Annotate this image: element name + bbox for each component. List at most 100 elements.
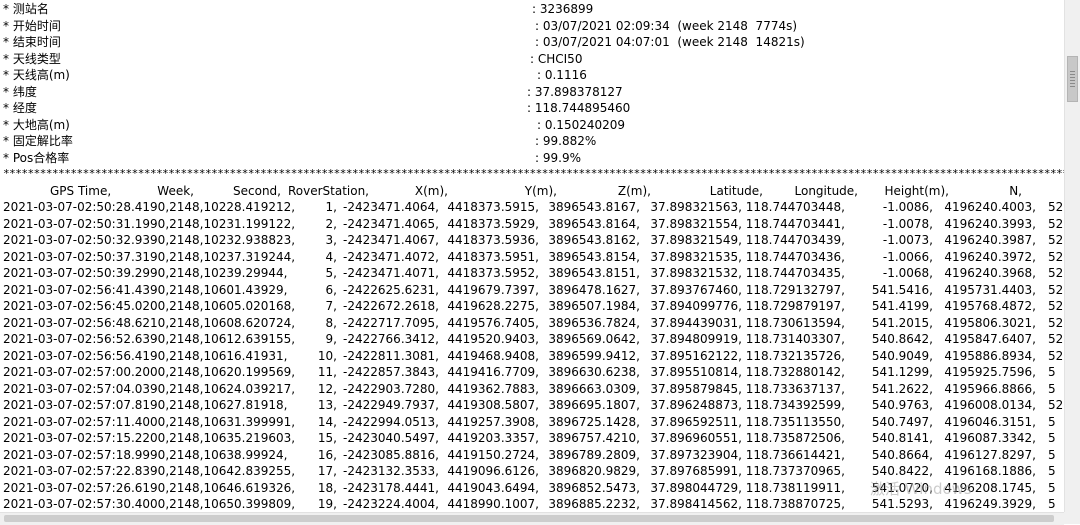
table-row: 2021-03-07-02:57:00.2000,2148,10620.1995… (0, 364, 1064, 381)
row-cell: 4195966.8866, (944, 381, 1036, 396)
row-cell: 118.730613594, (745, 315, 845, 330)
row-cell: 4418373.5951, (447, 249, 539, 264)
row-cell: 37.897323904, (650, 447, 742, 462)
header-value: : 99.882% (535, 134, 597, 148)
row-cell: 14, (317, 414, 337, 429)
column-header: X(m), (414, 183, 448, 198)
table-row: 2021-03-07-02:56:48.6210,2148,10608.6207… (0, 315, 1064, 332)
row-cell: 118.744703435, (745, 266, 845, 280)
row-cell: 37.898321549, (650, 233, 742, 247)
row-cell: 37.895510814, (650, 365, 742, 379)
row-cell: -2423224.4004, (343, 497, 439, 511)
row-time-week-second: 2021-03-07-02:50:31.1990,2148,10231.1991… (3, 216, 296, 231)
row-cell: -2422672.2618, (343, 299, 439, 313)
row-cell: 118.735113550, (745, 414, 845, 429)
row-cell: 4196249.3929, (944, 497, 1036, 511)
row-cell: 540.9763, (871, 398, 933, 412)
row-cell: 37.898414562, (650, 497, 742, 511)
table-row: 2021-03-07-02:50:28.4190,2148,10228.4192… (0, 199, 1064, 216)
row-cell: 3896852.5473, (548, 480, 640, 495)
row-cell: 13, (317, 398, 337, 412)
row-cell: 4195886.8934, (944, 348, 1036, 363)
row-cell: 4, (325, 249, 337, 264)
row-cell: 4195806.3021, (944, 315, 1036, 330)
row-cell: 4196240.3968, (944, 266, 1036, 280)
row-cell: 540.8642, (871, 332, 933, 346)
vertical-scrollbar[interactable] (1064, 0, 1080, 512)
row-cell: 12, (317, 381, 337, 396)
horizontal-scroll-thumb[interactable] (4, 515, 1054, 522)
row-time-week-second: 2021-03-07-02:56:52.6390,2148,10612.6391… (3, 332, 296, 346)
row-cell: 37.897685991, (650, 464, 742, 478)
row-cell-truncated: 5 (1048, 414, 1056, 429)
row-cell: 118.738119911, (745, 480, 845, 495)
header-value: : 37.898378127 (527, 84, 623, 99)
row-cell: 540.9049, (871, 348, 933, 363)
table-row: 2021-03-07-02:50:32.9390,2148,10232.9388… (0, 232, 1064, 249)
row-cell-truncated: 52 (1048, 299, 1064, 313)
row-cell-truncated: 520 (1048, 282, 1064, 297)
row-cell: 4196087.3342, (944, 431, 1036, 445)
table-row: 2021-03-07-02:57:22.8390,2148,10642.8392… (0, 463, 1064, 480)
header-value: : 03/07/2021 04:07:01 (week 2148 14821s) (535, 35, 805, 49)
row-cell: -1.0068, (882, 266, 933, 280)
row-cell: 118.744703436, (745, 249, 845, 264)
text-viewer-content[interactable]: * 测站名: 3236899 * 开始时间: 03/07/2021 02:09:3… (0, 0, 1064, 512)
row-cell-truncated: 52 (1048, 398, 1064, 412)
row-cell: 37.894439031, (650, 315, 742, 330)
scrollbar-corner (1064, 512, 1080, 524)
row-cell: 4195847.6407, (944, 332, 1036, 346)
row-cell: 541.4199, (871, 299, 933, 313)
header-label: * 天线类型 (3, 51, 61, 66)
row-cell: 541.1299, (871, 365, 933, 379)
table-row: 2021-03-07-02:57:15.2200,2148,10635.2196… (0, 430, 1064, 447)
row-time-week-second: 2021-03-07-02:57:04.0390,2148,10624.0392… (3, 381, 296, 396)
row-cell-truncated: 5 (1048, 381, 1056, 396)
row-cell: 118.734392599, (745, 398, 845, 412)
header-label: * 纬度 (3, 84, 37, 99)
row-cell: 4419628.2275, (447, 299, 539, 313)
row-cell: -2423132.3533, (343, 464, 439, 478)
row-time-week-second: 2021-03-07-02:57:00.2000,2148,10620.1995… (3, 365, 296, 379)
horizontal-scrollbar[interactable] (0, 512, 1064, 525)
row-cell: -1.0066, (882, 249, 933, 264)
vertical-scroll-thumb[interactable] (1067, 56, 1078, 102)
row-time-week-second: 2021-03-07-02:50:32.9390,2148,10232.9388… (3, 233, 296, 247)
row-cell: 3896789.2809, (548, 447, 640, 462)
header-line: * 固定解比率: 99.882% (0, 133, 1064, 150)
row-cell: 4418373.5936, (447, 233, 539, 247)
row-cell: 11, (317, 365, 337, 379)
row-cell: 37.896248873, (650, 398, 742, 412)
row-cell: -2423085.8816, (343, 447, 439, 462)
row-cell: 118.737370965, (745, 464, 845, 478)
row-cell: 19, (317, 497, 337, 511)
row-cell: -2423178.4441, (343, 480, 439, 495)
row-cell: 118.736614421, (745, 447, 845, 462)
table-row: 2021-03-07-02:57:18.9990,2148,10638.9992… (0, 447, 1064, 464)
row-cell: 37.898321535, (650, 249, 742, 264)
table-row: 2021-03-07-02:56:52.6390,2148,10612.6391… (0, 331, 1064, 348)
header-value: : 118.744895460 (527, 101, 631, 115)
column-header: Week, (157, 183, 194, 198)
row-cell: 4419468.9408, (447, 348, 539, 363)
row-cell: 4195925.7596, (944, 365, 1036, 379)
row-cell: 4419257.3908, (447, 414, 539, 429)
row-cell: 4196127.8297, (944, 447, 1036, 462)
row-cell: -2423471.4071, (343, 266, 439, 280)
row-cell: 118.731403307, (745, 332, 845, 346)
table-row: 2021-03-07-02:50:31.1990,2148,10231.1991… (0, 216, 1064, 233)
row-cell: 4196240.3987, (944, 233, 1036, 247)
row-cell-truncated: 52 (1048, 332, 1064, 346)
row-cell: -2423471.4067, (343, 233, 439, 247)
column-header: RoverStation, (287, 183, 369, 198)
row-cell: 3, (325, 233, 337, 247)
row-cell: -1.0073, (882, 233, 933, 247)
row-cell: -2422766.3412, (343, 332, 439, 346)
row-cell: 3896630.6238, (548, 365, 640, 379)
row-time-week-second: 2021-03-07-02:57:11.4000,2148,10631.3999… (3, 414, 296, 429)
row-cell: 9, (325, 332, 337, 346)
row-cell: 4419576.7405, (447, 315, 539, 330)
row-cell: 37.894809919, (650, 332, 742, 346)
row-time-week-second: 2021-03-07-02:56:41.4390,2148,10601.4392… (3, 282, 288, 297)
row-cell: 118.733637137, (745, 381, 845, 396)
